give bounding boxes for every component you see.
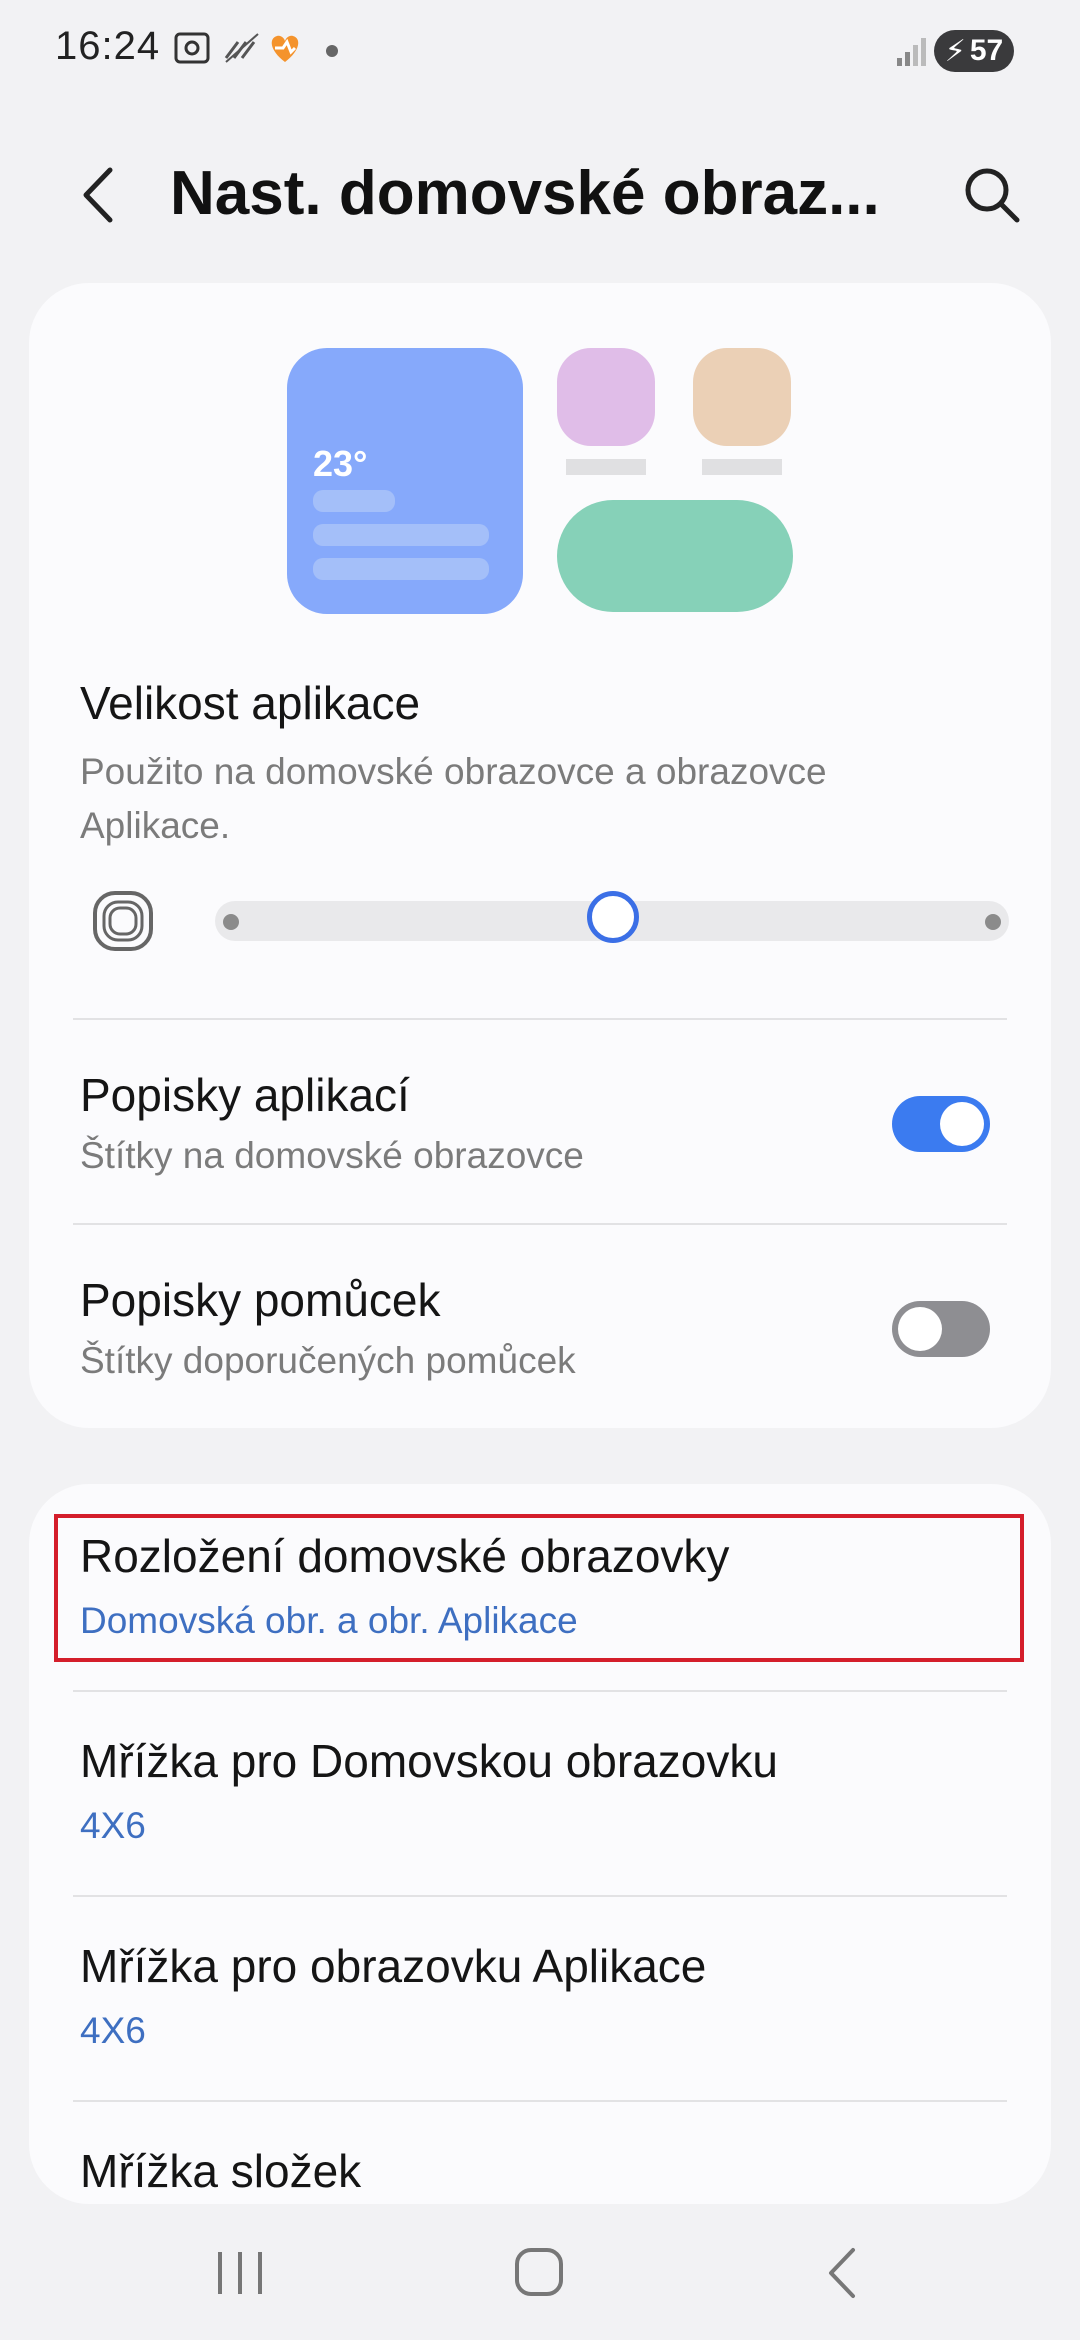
slider-step-dot <box>985 914 1001 930</box>
slider-step-dot <box>223 914 239 930</box>
app-labels-title: Popisky aplikací <box>80 1069 410 1121</box>
preview-app-label <box>566 459 646 475</box>
navigation-bar <box>0 2210 1080 2340</box>
app-labels-subtitle: Štítky na domovské obrazovce <box>80 1135 584 1176</box>
home-grid-value: 4X6 <box>80 1805 146 1846</box>
preview-temperature: 23° <box>313 443 368 484</box>
divider <box>73 1690 1007 1692</box>
widget-labels-toggle[interactable] <box>892 1301 990 1357</box>
app-size-subtitle: Použito na domovské obrazovce a obrazovc… <box>80 751 827 846</box>
back-arrow-icon[interactable] <box>70 162 130 228</box>
status-time: 16:24 <box>55 24 161 68</box>
signal-icon <box>895 34 929 73</box>
layout-settings-card: Rozložení domovské obrazovky Domovská ob… <box>29 1484 1051 2204</box>
preview-text-bar <box>313 558 489 580</box>
widget-labels-subtitle: Štítky doporučených pomůcek <box>80 1340 576 1381</box>
battery-charging-icon: ⚡ 57 <box>934 30 1014 72</box>
slider-thumb[interactable] <box>587 891 639 943</box>
folder-grid-title: Mřížka složek <box>80 2145 362 2197</box>
home-screen-preview: 23° <box>287 348 807 628</box>
weather-widget-preview: 23° <box>287 348 523 614</box>
divider <box>73 1223 1007 1225</box>
divider <box>73 1895 1007 1897</box>
no-signal-icon <box>222 28 262 73</box>
health-app-icon <box>265 28 305 73</box>
home-grid-title: Mřížka pro Domovskou obrazovku <box>80 1735 778 1787</box>
battery-level: 57 <box>969 34 1004 67</box>
screenshot-icon <box>172 28 212 73</box>
app-labels-toggle[interactable] <box>892 1096 990 1152</box>
preview-app-label <box>702 459 782 475</box>
preview-app-icon <box>557 348 655 446</box>
app-size-title: Velikost aplikace <box>80 677 421 729</box>
divider <box>73 2100 1007 2102</box>
preview-text-bar <box>313 524 489 546</box>
recents-icon[interactable] <box>212 2248 268 2303</box>
app-size-icon <box>91 889 155 953</box>
preview-pill-widget <box>557 500 793 612</box>
apps-grid-value: 4X6 <box>80 2010 146 2051</box>
preview-app-icon <box>693 348 791 446</box>
widget-labels-title: Popisky pomůcek <box>80 1274 441 1326</box>
home-icon[interactable] <box>513 2246 567 2305</box>
preview-text-bar <box>313 490 395 512</box>
app-display-card: 23° Velikost aplikace Použito na domovsk… <box>29 283 1051 1428</box>
status-bar: 16:24 ⚡ 57 <box>0 0 1080 100</box>
home-layout-title: Rozložení domovské obrazovky <box>80 1530 730 1582</box>
home-layout-value: Domovská obr. a obr. Aplikace <box>80 1600 578 1641</box>
divider <box>73 1018 1007 1020</box>
app-size-slider[interactable] <box>215 891 1009 943</box>
page-title: Nast. domovské obraz... <box>170 159 880 228</box>
app-header: Nast. domovské obraz... <box>0 140 1080 250</box>
notification-dot-icon <box>326 44 338 62</box>
back-icon[interactable] <box>823 2246 863 2305</box>
search-icon[interactable] <box>959 162 1025 228</box>
apps-grid-title: Mřížka pro obrazovku Aplikace <box>80 1940 707 1992</box>
